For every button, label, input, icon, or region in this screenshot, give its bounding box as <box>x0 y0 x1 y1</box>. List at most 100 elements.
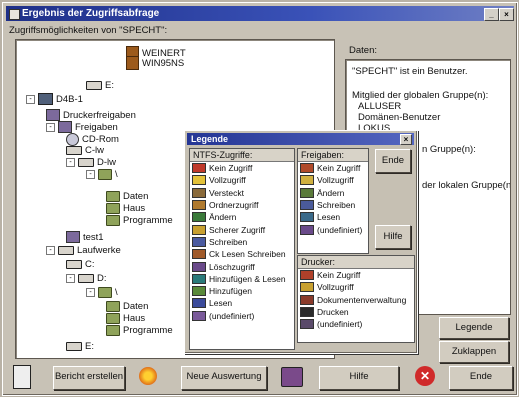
folder-icon <box>106 325 120 336</box>
legend-swatch-icon <box>192 298 206 309</box>
data-group-label: Daten: <box>349 45 377 56</box>
tree-node[interactable]: Druckerfreigaben <box>46 109 136 121</box>
collapse-button[interactable]: Zuklappen <box>439 341 509 363</box>
tree-node[interactable]: - Laufwerke <box>46 245 121 256</box>
create-report-button[interactable]: Bericht erstellen <box>53 366 125 390</box>
info-line: der lokalen Gruppe(n): <box>422 180 511 191</box>
tree-node[interactable]: WIN95NS <box>126 56 184 70</box>
drive-icon <box>58 246 74 255</box>
legend-help-button[interactable]: Hilfe <box>375 225 411 249</box>
tree-node[interactable]: - \ <box>86 169 118 180</box>
printer-header: Drucker: <box>298 256 414 269</box>
legend-entry: Hinzufügen <box>190 285 294 297</box>
tree-node-label: test1 <box>83 231 104 243</box>
tree-node[interactable]: - \ <box>86 287 118 298</box>
legend-entry-label: Versteckt <box>209 187 244 198</box>
ntfs-header: NTFS-Zugriffe: <box>190 149 294 162</box>
legend-close-icon[interactable]: × <box>400 134 412 145</box>
drive-icon <box>66 260 82 269</box>
tree-node[interactable]: - Freigaben <box>46 121 118 133</box>
tree-node-label: Programme <box>123 215 173 226</box>
tree-node-label: Freigaben <box>75 121 118 133</box>
legend-entry-label: (undefiniert) <box>317 224 363 235</box>
legend-entry-label: Vollzugriff <box>209 175 246 186</box>
legend-entry: Lesen <box>298 211 368 223</box>
legend-entry: Vollzugriff <box>298 281 414 293</box>
legend-swatch-icon <box>300 294 314 305</box>
tree-node-label: \ <box>115 169 118 180</box>
legend-swatch-icon <box>192 187 206 198</box>
tree-node[interactable]: Daten <box>106 191 148 202</box>
end-button[interactable]: Ende <box>449 366 513 390</box>
legend-swatch-icon <box>192 261 206 272</box>
expand-toggle-icon[interactable]: - <box>86 170 95 179</box>
legend-entry-label: Lesen <box>317 212 341 223</box>
computer-icon <box>38 93 53 105</box>
legend-swatch-icon <box>192 175 206 186</box>
tree-node[interactable]: C-lw <box>66 145 104 156</box>
legend-entry-label: Ck Lesen Schreiben <box>209 249 286 260</box>
legend-entry-label: Schreiben <box>209 236 248 247</box>
tree-node[interactable]: Programme <box>106 325 173 336</box>
legend-entry: Kein Zugriff <box>190 162 294 174</box>
tree-node[interactable]: C: <box>66 259 95 270</box>
legend-entry-label: (undefiniert) <box>209 310 255 321</box>
tree-node[interactable]: Programme <box>106 215 173 226</box>
tree-node-label: CD-Rom <box>82 134 119 145</box>
close-button[interactable]: × <box>499 8 514 21</box>
drive-icon <box>66 342 82 351</box>
folder-icon <box>106 191 120 202</box>
legend-entry: Schreiben <box>298 199 368 211</box>
tree-node[interactable]: test1 <box>66 231 104 243</box>
tree-node[interactable]: E: <box>66 341 94 352</box>
legend-entry-label: Ändern <box>209 212 237 223</box>
title-bar[interactable]: Ergebnis der Zugriffsabfrage _ × <box>6 6 514 21</box>
legend-swatch-icon <box>300 187 314 198</box>
info-line: "SPECHT" ist ein Benutzer. <box>352 66 468 77</box>
expand-toggle-icon[interactable]: - <box>66 274 75 283</box>
legend-entry-label: Ordnerzugriff <box>209 200 259 211</box>
legend-entry: Ändern <box>190 211 294 223</box>
legend-button[interactable]: Legende <box>439 317 509 339</box>
tree-node[interactable]: - D: <box>66 273 107 284</box>
access-group-label: Zugriffsmöglichkeiten von "SPECHT": <box>9 25 168 36</box>
tree-node[interactable]: Daten <box>106 301 148 312</box>
legend-entry: Versteckt <box>190 187 294 199</box>
new-evaluation-button[interactable]: Neue Auswertung <box>181 366 267 390</box>
tree-node-label: WIN95NS <box>142 57 185 69</box>
legend-entry-label: Lesen <box>209 298 233 309</box>
folder-icon <box>106 301 120 312</box>
expand-toggle-icon[interactable]: - <box>86 288 95 297</box>
tree-node[interactable]: E: <box>86 80 114 91</box>
tree-node[interactable]: Haus <box>106 313 145 324</box>
legend-swatch-icon <box>192 286 206 297</box>
legend-swatch-icon <box>192 224 206 235</box>
tree-node[interactable]: - D-lw <box>66 157 116 168</box>
folder-icon <box>106 215 120 226</box>
tree-node[interactable]: Haus <box>106 203 145 214</box>
expand-toggle-icon[interactable]: - <box>26 94 35 104</box>
expand-toggle-icon[interactable]: - <box>46 122 55 132</box>
legend-entry: Hinzufügen & Lesen <box>190 273 294 285</box>
drive-icon <box>86 81 102 90</box>
expand-toggle-icon[interactable]: - <box>46 246 55 255</box>
legend-title-bar[interactable]: Legende × <box>187 133 414 145</box>
tree-node-label: Laufwerke <box>77 245 121 256</box>
legend-swatch-icon <box>300 224 314 235</box>
folder-icon <box>98 287 112 298</box>
legend-entry-label: Hinzufügen & Lesen <box>209 273 286 284</box>
legend-entry: Ordnerzugriff <box>190 199 294 211</box>
legend-entry-label: Kein Zugriff <box>209 163 253 174</box>
legend-entry-label: Schreiben <box>317 200 356 211</box>
minimize-button[interactable]: _ <box>484 8 499 21</box>
window-title: Ergebnis der Zugriffsabfrage <box>22 8 160 19</box>
expand-toggle-icon[interactable]: - <box>66 158 75 167</box>
legend-entry: Ck Lesen Schreiben <box>190 248 294 260</box>
drive-icon <box>66 146 82 155</box>
legend-entry: (undefiniert) <box>190 310 294 322</box>
help-button[interactable]: Hilfe <box>319 366 399 390</box>
legend-swatch-icon <box>192 249 206 260</box>
legend-end-button[interactable]: Ende <box>375 149 411 173</box>
tree-node[interactable]: - D4B-1 <box>26 93 83 105</box>
legend-title: Legende <box>191 134 229 144</box>
